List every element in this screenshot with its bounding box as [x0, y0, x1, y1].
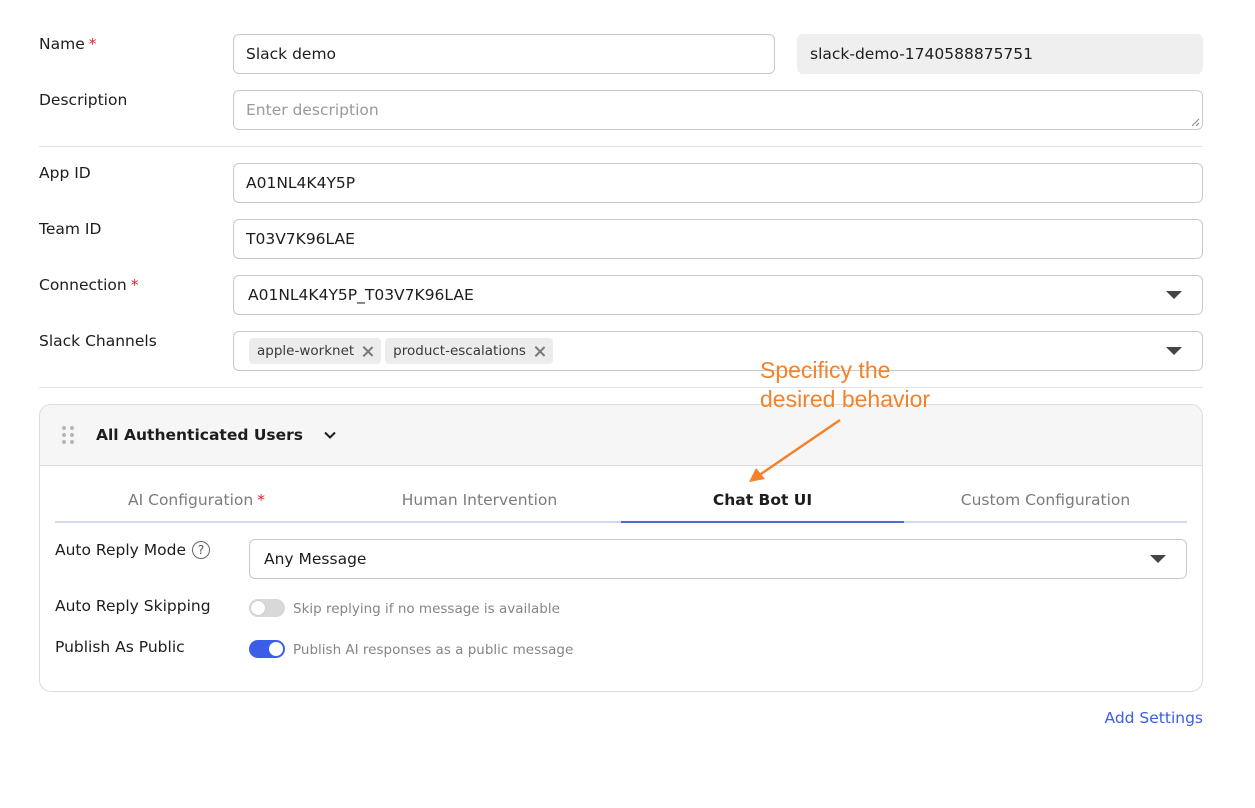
channel-chip: product-escalations — [385, 338, 553, 364]
dropdown-caret-icon — [1166, 291, 1182, 299]
name-slug-value: slack-demo-1740588875751 — [810, 45, 1034, 63]
channel-chip: apple-worknet — [249, 338, 382, 364]
tab-human-intervention[interactable]: Human Intervention — [338, 479, 621, 521]
name-label-text: Name — [39, 35, 85, 53]
tab-label: Chat Bot UI — [712, 491, 813, 509]
name-input[interactable]: Slack demo — [233, 34, 775, 74]
channel-chip-label: product-escalations — [393, 343, 526, 359]
auto-reply-skipping-label: Auto Reply Skipping — [55, 597, 211, 615]
team-id-input[interactable]: T03V7K96LAE — [233, 219, 1203, 259]
auto-reply-skipping-toggle[interactable] — [249, 599, 285, 617]
config-tabs: AI Configuration * Human Intervention Cha… — [55, 479, 1187, 523]
resize-handle-icon[interactable] — [1191, 118, 1200, 127]
add-settings-link[interactable]: Add Settings — [1104, 709, 1203, 727]
dropdown-caret-icon — [1150, 555, 1166, 563]
panel-title: All Authenticated Users — [96, 426, 304, 444]
slack-channels-label: Slack Channels — [39, 332, 157, 350]
app-id-input[interactable]: A01NL4K4Y5P — [233, 163, 1203, 203]
auto-reply-mode-value: Any Message — [264, 550, 367, 568]
auto-reply-mode-label: Auto Reply Mode ? — [55, 541, 211, 559]
publish-as-public-toggle[interactable] — [249, 640, 285, 658]
slack-channels-multiselect[interactable]: apple-worknet product-escalations — [233, 331, 1203, 371]
auto-reply-mode-select[interactable]: Any Message — [249, 539, 1187, 579]
description-placeholder: Enter description — [246, 101, 379, 119]
annotation-text: Specificy the desired behavior — [760, 356, 930, 414]
auto-reply-mode-label-text: Auto Reply Mode — [55, 541, 187, 559]
auto-reply-skipping-description: Skip replying if no message is available — [293, 601, 560, 617]
app-id-label: App ID — [39, 164, 91, 182]
connection-select[interactable]: A01NL4K4Y5P_T03V7K96LAE — [233, 275, 1203, 315]
team-id-label: Team ID — [39, 220, 102, 238]
name-label: Name * — [39, 35, 96, 53]
connection-selected-value: A01NL4K4Y5P_T03V7K96LAE — [248, 286, 474, 304]
help-icon[interactable]: ? — [192, 541, 211, 559]
publish-as-public-label: Publish As Public — [55, 638, 185, 656]
remove-chip-icon[interactable] — [362, 346, 373, 357]
section-divider — [39, 387, 1203, 388]
drag-handle-icon[interactable] — [62, 426, 74, 444]
name-slug-field: slack-demo-1740588875751 — [797, 34, 1203, 74]
tab-label: Custom Configuration — [960, 491, 1131, 509]
team-id-value: T03V7K96LAE — [246, 230, 355, 248]
required-asterisk: * — [88, 35, 97, 53]
tab-label: Human Intervention — [401, 491, 558, 509]
dropdown-caret-icon — [1166, 347, 1182, 355]
remove-chip-icon[interactable] — [534, 346, 545, 357]
required-asterisk: * — [130, 276, 139, 294]
channel-chip-label: apple-worknet — [257, 343, 355, 359]
app-id-value: A01NL4K4Y5P — [246, 174, 356, 192]
description-label: Description — [39, 91, 128, 109]
tab-custom-configuration[interactable]: Custom Configuration — [904, 479, 1187, 521]
section-divider — [39, 146, 1203, 147]
connection-label-text: Connection — [39, 276, 127, 294]
connection-label: Connection * — [39, 276, 138, 294]
publish-as-public-description: Publish AI responses as a public message — [293, 642, 574, 658]
tab-label: AI Configuration — [128, 491, 254, 509]
user-group-panel: All Authenticated Users AI Configuration… — [39, 404, 1203, 692]
annotation-arrow-icon — [749, 418, 841, 482]
description-textarea[interactable]: Enter description — [233, 90, 1203, 130]
required-asterisk: * — [257, 491, 265, 509]
panel-header[interactable]: All Authenticated Users — [40, 405, 1202, 466]
chevron-down-icon[interactable] — [323, 428, 337, 442]
name-input-value: Slack demo — [246, 45, 337, 63]
tab-ai-configuration[interactable]: AI Configuration * — [55, 479, 338, 521]
annotation-line: desired behavior — [760, 386, 931, 412]
annotation-line: Specificy the — [760, 357, 891, 383]
